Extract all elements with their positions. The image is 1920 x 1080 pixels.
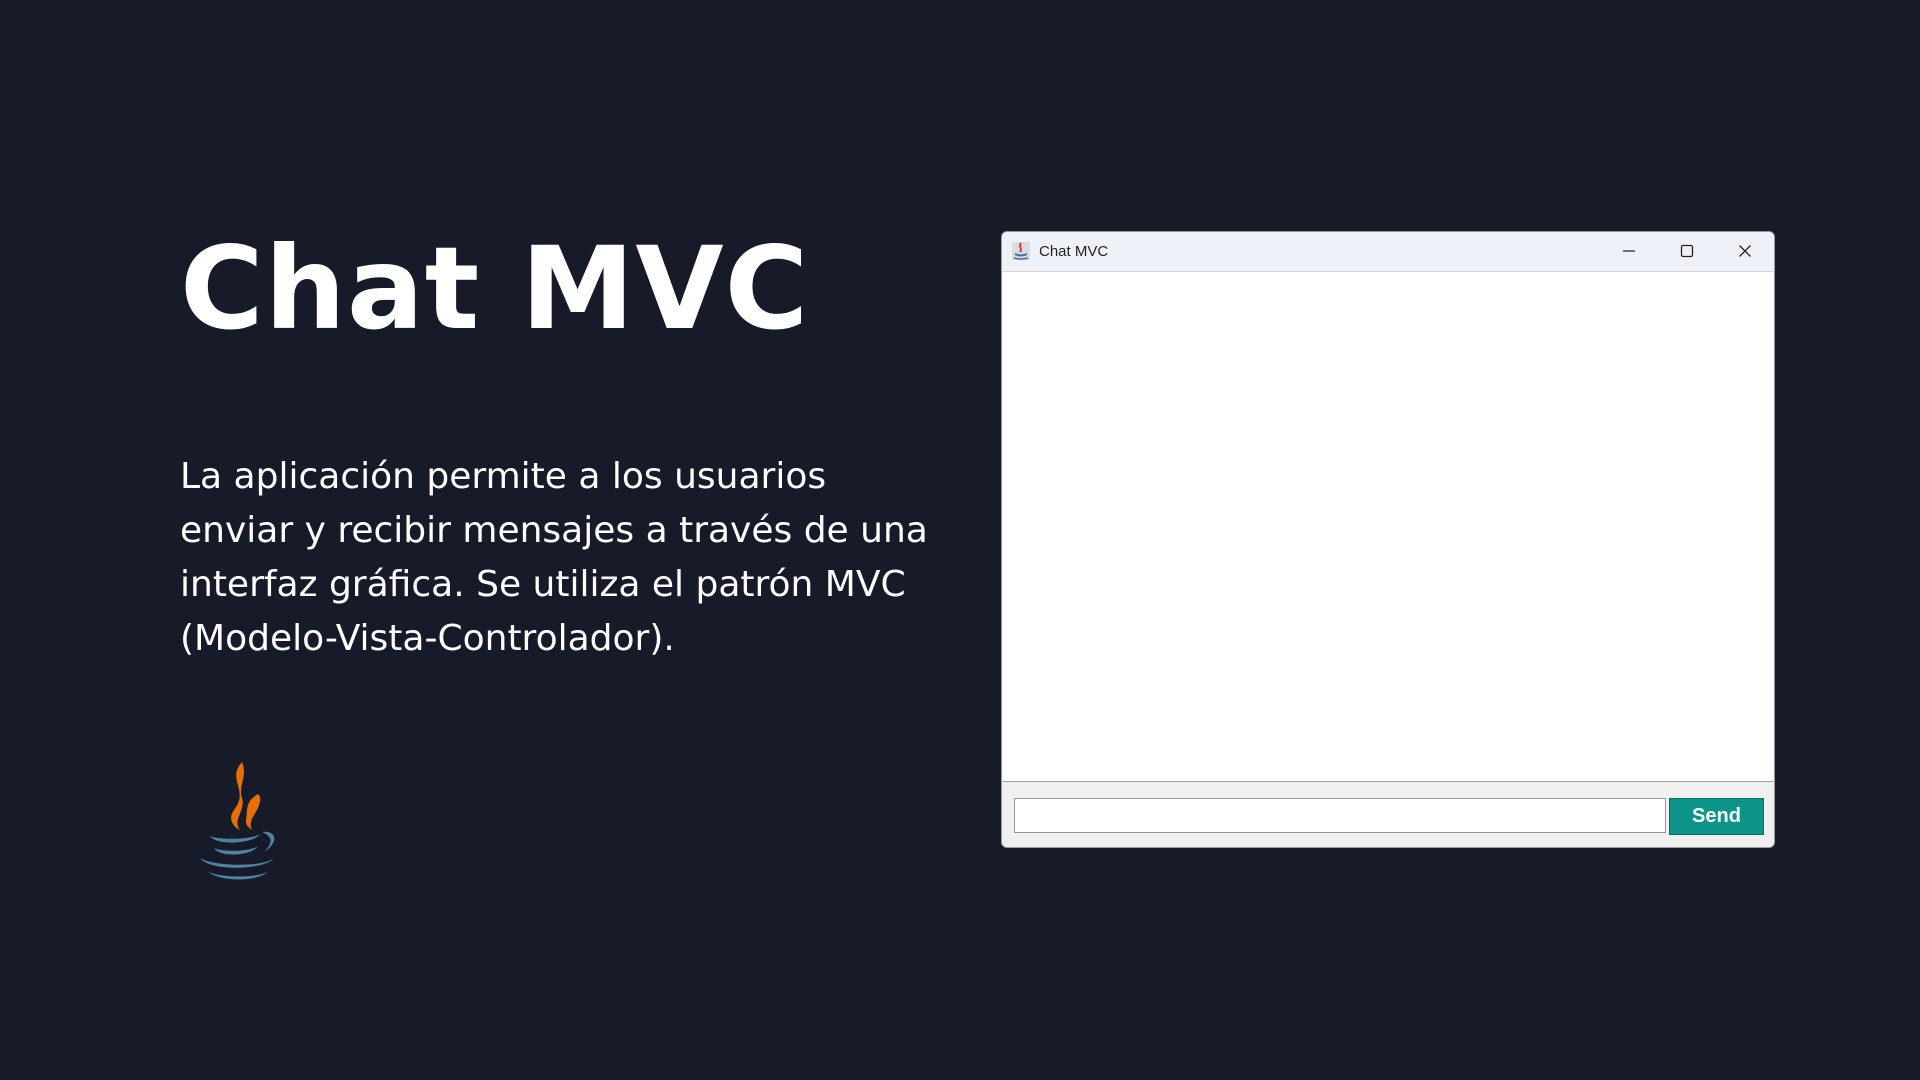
- java-app-icon: [1012, 242, 1030, 260]
- minimize-icon: [1623, 250, 1635, 252]
- slide-title: Chat MVC: [180, 222, 810, 355]
- maximize-button[interactable]: [1658, 232, 1716, 270]
- window-titlebar[interactable]: Chat MVC: [1002, 232, 1774, 270]
- slide-description: La aplicación permite a los usuarios env…: [180, 456, 928, 659]
- chat-message-area[interactable]: [1003, 271, 1773, 782]
- window-controls: [1600, 232, 1774, 270]
- close-icon: [1739, 245, 1751, 257]
- chat-window: Chat MVC Send: [1001, 231, 1775, 848]
- message-input[interactable]: [1014, 798, 1666, 833]
- window-title: Chat MVC: [1039, 242, 1109, 260]
- close-button[interactable]: [1716, 232, 1774, 270]
- maximize-icon: [1680, 244, 1694, 258]
- minimize-button[interactable]: [1600, 232, 1658, 270]
- java-coffee-cup-icon: [200, 762, 275, 880]
- slide: Chat MVC La aplicación permite a los usu…: [0, 0, 1920, 1080]
- send-button[interactable]: Send: [1669, 798, 1764, 835]
